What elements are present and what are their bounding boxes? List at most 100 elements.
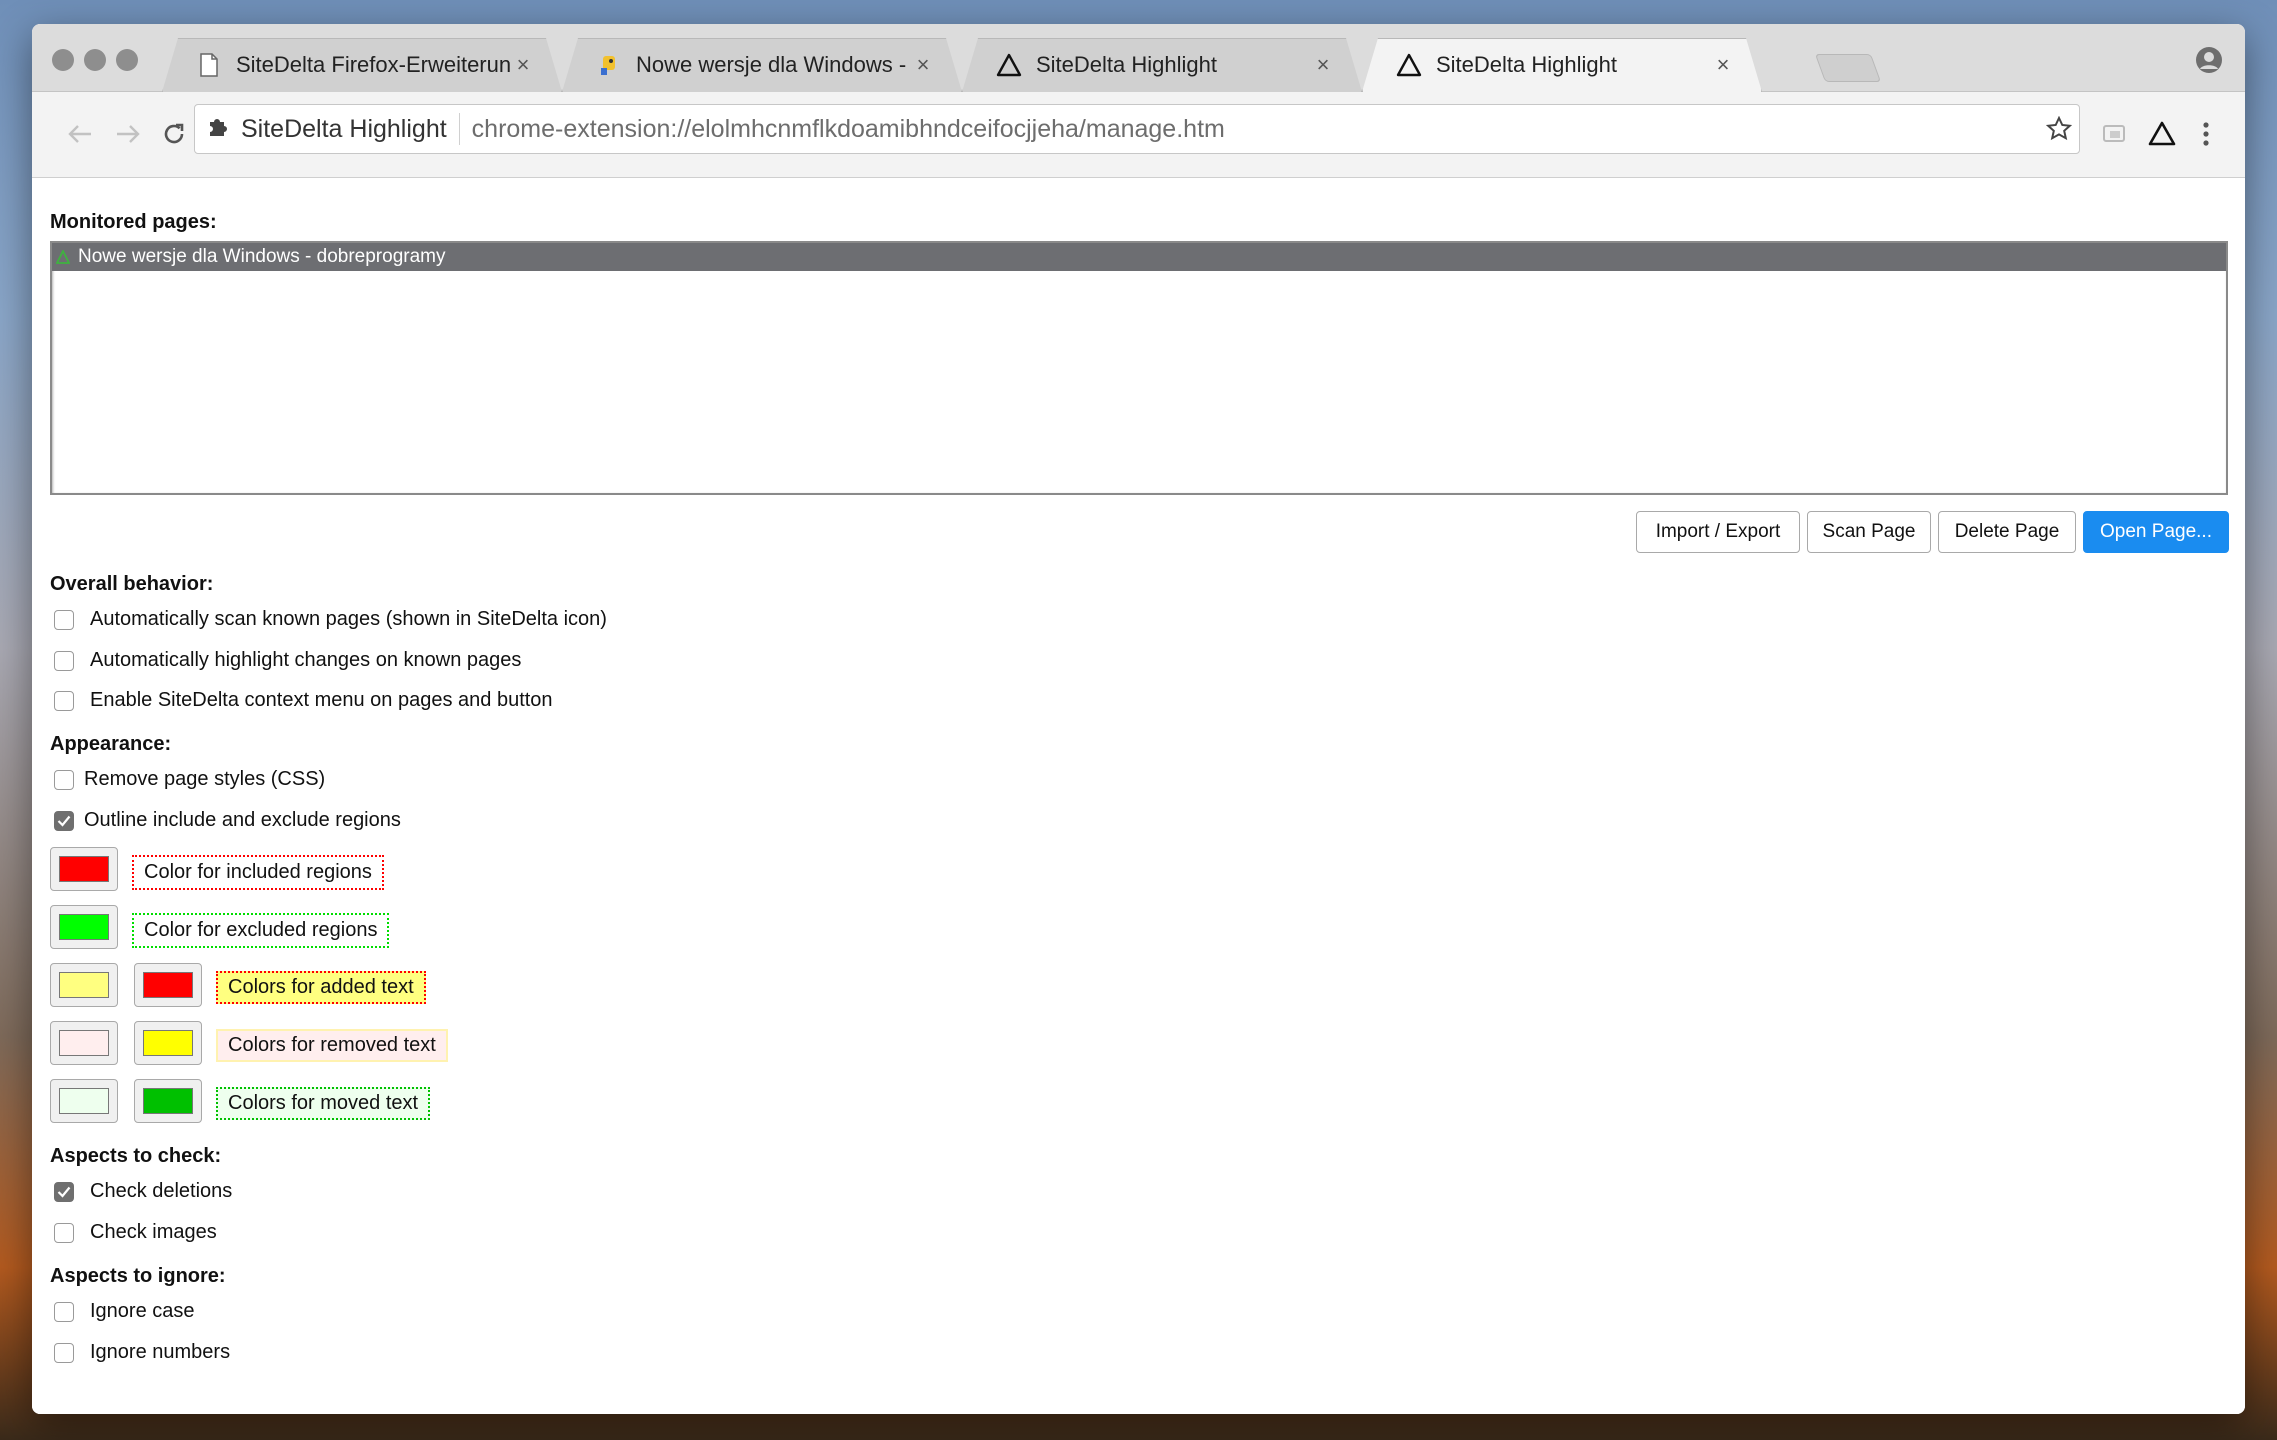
sitedelta-icon — [56, 250, 70, 264]
tab-close-icon[interactable]: × — [512, 52, 534, 78]
monitored-pages-list[interactable]: Nowe wersje dla Windows - dobreprogramy — [50, 241, 2228, 495]
open-page-button[interactable]: Open Page... — [2083, 511, 2229, 553]
cast-icon[interactable] — [2096, 116, 2132, 152]
check-images-checkbox[interactable] — [54, 1222, 74, 1243]
ignore-numbers-option[interactable]: Ignore numbers — [54, 1341, 230, 1364]
moved-text-sample: Colors for moved text — [216, 1087, 431, 1120]
dobreprogramy-icon — [596, 52, 622, 78]
tab-sitedelta-highlight-active[interactable]: SiteDelta Highlight × — [1362, 38, 1762, 92]
menu-kebab-icon[interactable] — [2188, 116, 2224, 152]
tab-sitedelta-highlight-1[interactable]: SiteDelta Highlight × — [962, 38, 1362, 92]
added-background-picker[interactable] — [50, 963, 118, 1007]
color-fill — [59, 1088, 109, 1114]
delete-page-button[interactable]: Delete Page — [1938, 511, 2076, 553]
aspects-ignore-heading: Aspects to ignore: — [50, 1265, 226, 1287]
tab-sitedelta-firefox[interactable]: SiteDelta Firefox-Erweiterung × — [162, 38, 562, 92]
context-menu-option[interactable]: Enable SiteDelta context menu on pages a… — [54, 689, 553, 712]
color-fill — [59, 914, 109, 940]
sitedelta-icon — [1396, 52, 1422, 78]
sitedelta-icon — [996, 52, 1022, 78]
context-menu-checkbox[interactable] — [54, 690, 74, 711]
minimize-window-button[interactable] — [84, 49, 106, 71]
url-text[interactable]: chrome-extension://elolmhcnmflkdoamibhnd… — [472, 115, 2039, 144]
option-label: Ignore case — [90, 1300, 195, 1322]
removed-background-picker[interactable] — [50, 1021, 118, 1065]
browser-toolbar: SiteDelta Highlight chrome-extension://e… — [32, 92, 2245, 178]
remove-styles-option[interactable]: Remove page styles (CSS) — [54, 768, 325, 791]
excluded-regions-sample: Color for excluded regions — [132, 913, 390, 948]
list-item-label: Nowe wersje dla Windows - dobreprogramy — [78, 246, 446, 267]
reload-icon[interactable] — [156, 116, 192, 152]
tab-title: SiteDelta Highlight — [1436, 52, 1617, 77]
check-deletions-option[interactable]: Check deletions — [54, 1180, 232, 1203]
outline-regions-option[interactable]: Outline include and exclude regions — [54, 809, 401, 832]
tab-close-icon[interactable]: × — [1312, 52, 1334, 78]
checkmark-icon — [57, 1186, 71, 1198]
option-label: Enable SiteDelta context menu on pages a… — [90, 689, 553, 711]
excluded-color-picker[interactable] — [50, 905, 118, 949]
bookmark-star-icon[interactable] — [2039, 116, 2079, 142]
option-label: Automatically scan known pages (shown in… — [90, 608, 607, 630]
color-fill — [59, 856, 109, 882]
option-label: Remove page styles (CSS) — [84, 768, 326, 790]
added-text-sample: Colors for added text — [216, 971, 426, 1004]
forward-icon[interactable] — [110, 116, 146, 152]
included-regions-sample: Color for included regions — [132, 855, 384, 890]
option-label: Outline include and exclude regions — [84, 809, 401, 831]
scan-page-button[interactable]: Scan Page — [1807, 511, 1931, 553]
color-fill — [143, 972, 193, 998]
address-bar[interactable]: SiteDelta Highlight chrome-extension://e… — [194, 104, 2080, 154]
remove-styles-checkbox[interactable] — [54, 769, 74, 790]
outline-regions-checkbox[interactable] — [54, 810, 74, 831]
appearance-heading: Appearance: — [50, 733, 172, 755]
tab-close-icon[interactable]: × — [912, 52, 934, 78]
auto-highlight-option[interactable]: Automatically highlight changes on known… — [54, 649, 521, 672]
close-window-button[interactable] — [52, 49, 74, 71]
new-tab-button[interactable] — [1814, 54, 1882, 82]
moved-background-picker[interactable] — [50, 1079, 118, 1123]
import-export-button[interactable]: Import / Export — [1636, 511, 1800, 553]
extension-chip: SiteDelta Highlight — [195, 113, 460, 145]
removed-text-sample: Colors for removed text — [216, 1029, 448, 1062]
browser-window: SiteDelta Firefox-Erweiterung × Nowe wer… — [32, 24, 2245, 1414]
color-fill — [143, 1030, 193, 1056]
tab-title: SiteDelta Highlight — [1036, 52, 1217, 77]
tab-close-icon[interactable]: × — [1712, 52, 1734, 78]
color-fill — [143, 1088, 193, 1114]
auto-scan-option[interactable]: Automatically scan known pages (shown in… — [54, 608, 607, 631]
extension-name: SiteDelta Highlight — [241, 114, 447, 143]
added-border-picker[interactable] — [134, 963, 202, 1007]
sitedelta-extension-icon[interactable] — [2144, 116, 2180, 152]
option-label: Check deletions — [90, 1180, 233, 1202]
check-images-option[interactable]: Check images — [54, 1221, 217, 1244]
list-item[interactable]: Nowe wersje dla Windows - dobreprogramy — [52, 243, 2226, 271]
document-icon — [196, 52, 222, 78]
moved-border-picker[interactable] — [134, 1079, 202, 1123]
tab-dobreprogramy[interactable]: Nowe wersje dla Windows - dobreprogramy … — [562, 38, 962, 92]
auto-highlight-checkbox[interactable] — [54, 650, 74, 671]
ignore-case-checkbox[interactable] — [54, 1301, 74, 1322]
checkmark-icon — [57, 815, 71, 827]
tab-title: Nowe wersje dla Windows - dobreprogramy — [636, 52, 912, 77]
check-deletions-checkbox[interactable] — [54, 1181, 74, 1202]
option-label: Ignore numbers — [90, 1341, 231, 1363]
aspects-check-heading: Aspects to check: — [50, 1145, 222, 1167]
color-fill — [59, 972, 109, 998]
manage-page: Monitored pages: Nowe wersje dla Windows… — [32, 179, 2245, 1414]
removed-border-picker[interactable] — [134, 1021, 202, 1065]
overall-behavior-heading: Overall behavior: — [50, 573, 214, 595]
puzzle-icon — [207, 115, 229, 144]
option-label: Automatically highlight changes on known… — [90, 649, 522, 671]
tab-title: SiteDelta Firefox-Erweiterung — [236, 52, 512, 77]
back-icon[interactable] — [62, 116, 98, 152]
option-label: Check images — [90, 1221, 217, 1243]
maximize-window-button[interactable] — [116, 49, 138, 71]
ignore-numbers-checkbox[interactable] — [54, 1342, 74, 1363]
monitored-pages-heading: Monitored pages: — [50, 211, 217, 233]
included-color-picker[interactable] — [50, 847, 118, 891]
ignore-case-option[interactable]: Ignore case — [54, 1300, 195, 1323]
tab-strip: SiteDelta Firefox-Erweiterung × Nowe wer… — [32, 24, 2245, 92]
auto-scan-checkbox[interactable] — [54, 609, 74, 630]
profile-icon[interactable] — [2195, 46, 2223, 74]
color-fill — [59, 1030, 109, 1056]
